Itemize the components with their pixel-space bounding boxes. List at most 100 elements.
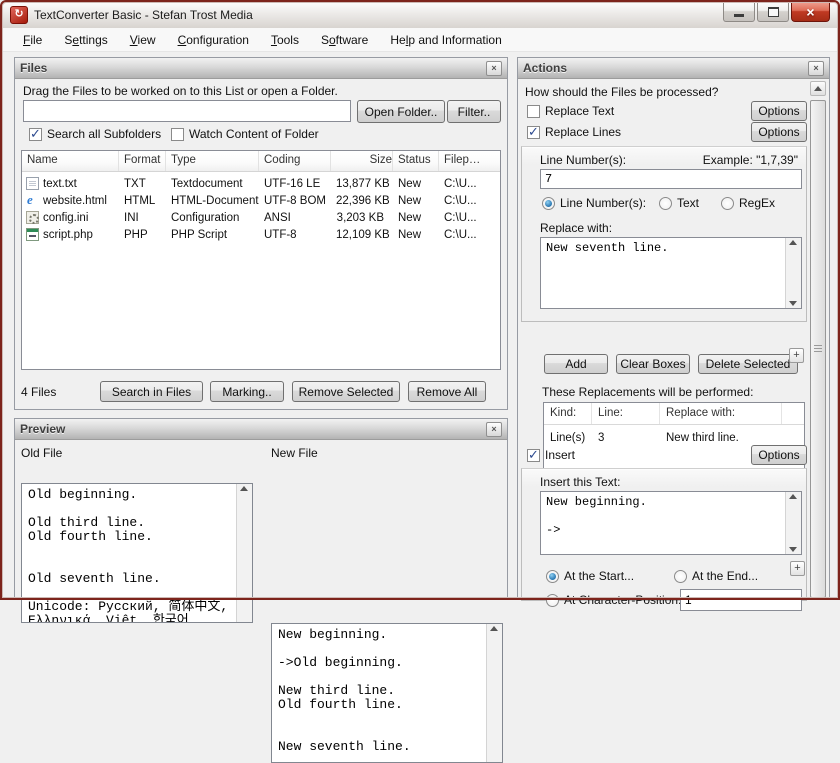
insert-textarea[interactable]: New beginning. -> (540, 491, 802, 555)
drag-hint: Drag the Files to be worked on to this L… (23, 84, 338, 98)
replace-with-textarea[interactable]: New seventh line. (540, 237, 802, 309)
replace-lines-options-button[interactable]: Options (751, 122, 807, 142)
replacements-header-row: Kind: Line: Replace with: (544, 403, 804, 425)
scroll-up-icon (814, 86, 822, 91)
open-folder-button[interactable]: Open Folder.. (357, 100, 445, 123)
column-header-format[interactable]: Format (119, 151, 166, 171)
actions-panel: Actions × How should the Files be proces… (517, 57, 830, 600)
app-icon: ↻ (10, 6, 28, 24)
new-file-preview[interactable]: New beginning. ->Old beginning. New thir… (271, 623, 503, 763)
menu-view[interactable]: View (119, 28, 167, 52)
menu-settings[interactable]: Settings (53, 28, 118, 52)
insert-checkbox-box[interactable] (527, 449, 540, 462)
process-question-label: How should the Files be processed? (525, 85, 718, 99)
marking-button[interactable]: Marking.. (210, 381, 284, 402)
actions-scrollbar-up[interactable] (810, 81, 826, 96)
replace-text-checkbox[interactable]: Replace Text (527, 104, 614, 118)
replace-lines-group: Line Number(s): Example: "1,7,39" Line N… (521, 146, 807, 322)
column-header-replace-with[interactable]: Replace with: (660, 403, 782, 424)
expand-replacements-button[interactable]: + (789, 348, 804, 363)
clear-boxes-button[interactable]: Clear Boxes (616, 354, 690, 374)
replacements-title: These Replacements will be performed: (542, 385, 753, 399)
menu-file[interactable]: File (12, 28, 53, 52)
maximize-button[interactable] (757, 2, 789, 22)
files-panel-header: Files × (15, 58, 507, 79)
scrollbar-grip-icon (814, 345, 822, 352)
line-numbers-example: Example: "1,7,39" (703, 153, 798, 167)
delete-selected-button[interactable]: Delete Selected (698, 354, 798, 374)
column-header-line[interactable]: Line: (592, 403, 660, 424)
radio-at-start-circle[interactable] (546, 570, 559, 583)
preview-panel-close-icon[interactable]: × (486, 422, 502, 437)
insert-options-button[interactable]: Options (751, 445, 807, 465)
actions-panel-header: Actions × (518, 58, 829, 79)
files-panel: Files × Drag the Files to be worked on t… (14, 57, 508, 410)
menubar: File Settings View Configuration Tools S… (2, 28, 838, 52)
replace-text-options-button[interactable]: Options (751, 101, 807, 121)
radio-text[interactable]: Text (659, 196, 699, 210)
remove-all-button[interactable]: Remove All (408, 381, 486, 402)
insert-scrollbar[interactable] (785, 492, 801, 554)
html-file-icon (26, 194, 39, 207)
preview-panel-title: Preview (20, 422, 65, 436)
actions-scrollbar[interactable] (810, 79, 827, 598)
insert-group: Insert this Text: New beginning. -> + At… (521, 468, 807, 601)
column-header-type[interactable]: Type (166, 151, 259, 171)
line-numbers-input[interactable] (540, 169, 802, 189)
replace-with-scrollbar[interactable] (785, 238, 801, 308)
add-button[interactable]: Add (544, 354, 608, 374)
radio-line-numbers[interactable]: Line Number(s): (542, 196, 646, 210)
radio-text-circle[interactable] (659, 197, 672, 210)
search-subfolders-checkbox-box[interactable] (29, 128, 42, 141)
radio-regex[interactable]: RegEx (721, 196, 775, 210)
replace-lines-checkbox-box[interactable] (527, 126, 540, 139)
radio-at-start[interactable]: At the Start... (546, 569, 634, 583)
actions-panel-close-icon[interactable]: × (808, 61, 824, 76)
filter-button[interactable]: Filter.. (447, 100, 501, 123)
watch-content-checkbox-box[interactable] (171, 128, 184, 141)
replace-with-label: Replace with: (540, 221, 612, 235)
column-header-name[interactable]: Name (22, 151, 119, 171)
line-numbers-label: Line Number(s): (540, 153, 626, 167)
menu-tools[interactable]: Tools (260, 28, 310, 52)
radio-at-char-position[interactable]: At Character-Position: (546, 593, 681, 607)
search-subfolders-checkbox[interactable]: Search all Subfolders (29, 127, 161, 141)
radio-at-end-circle[interactable] (674, 570, 687, 583)
column-header-size[interactable]: Size (331, 151, 393, 171)
actions-scrollbar-thumb[interactable] (810, 100, 826, 598)
radio-line-numbers-circle[interactable] (542, 197, 555, 210)
new-file-scrollbar[interactable] (486, 624, 502, 762)
replace-lines-checkbox[interactable]: Replace Lines (527, 125, 621, 139)
old-file-preview[interactable]: Old beginning. Old third line. Old fourt… (21, 483, 253, 623)
folder-path-input[interactable] (23, 100, 351, 122)
table-row[interactable]: script.php PHP PHP Script UTF-8 12,109 K… (22, 226, 500, 243)
column-header-status[interactable]: Status (393, 151, 439, 171)
radio-at-end[interactable]: At the End... (674, 569, 758, 583)
column-header-kind[interactable]: Kind: (544, 403, 592, 424)
char-position-input[interactable] (680, 589, 802, 611)
table-row[interactable]: text.txt TXT Textdocument UTF-16 LE 13,8… (22, 175, 500, 192)
search-in-files-button[interactable]: Search in Files (100, 381, 203, 402)
menu-software[interactable]: Software (310, 28, 379, 52)
column-header-filepath[interactable]: Filep… (439, 151, 488, 171)
radio-at-char-position-circle[interactable] (546, 594, 559, 607)
menu-help[interactable]: Help and Information (379, 28, 512, 52)
close-button[interactable]: × (791, 2, 830, 22)
titlebar: ↻ TextConverter Basic - Stefan Trost Med… (2, 2, 838, 28)
watch-content-checkbox[interactable]: Watch Content of Folder (171, 127, 319, 141)
old-file-scrollbar[interactable] (236, 484, 252, 622)
expand-insert-button[interactable]: + (790, 561, 805, 576)
new-file-label: New File (271, 446, 318, 460)
preview-panel-header: Preview × (15, 419, 507, 440)
replace-text-checkbox-box[interactable] (527, 105, 540, 118)
files-panel-close-icon[interactable]: × (486, 61, 502, 76)
insert-checkbox[interactable]: Insert (527, 448, 575, 462)
menu-configuration[interactable]: Configuration (167, 28, 260, 52)
table-row[interactable]: website.html HTML HTML-Document UTF-8 BO… (22, 192, 500, 209)
maximize-icon (768, 7, 779, 17)
column-header-coding[interactable]: Coding (259, 151, 331, 171)
radio-regex-circle[interactable] (721, 197, 734, 210)
minimize-button[interactable] (723, 2, 755, 22)
table-row[interactable]: config.ini INI Configuration ANSI 3,203 … (22, 209, 500, 226)
remove-selected-button[interactable]: Remove Selected (292, 381, 400, 402)
